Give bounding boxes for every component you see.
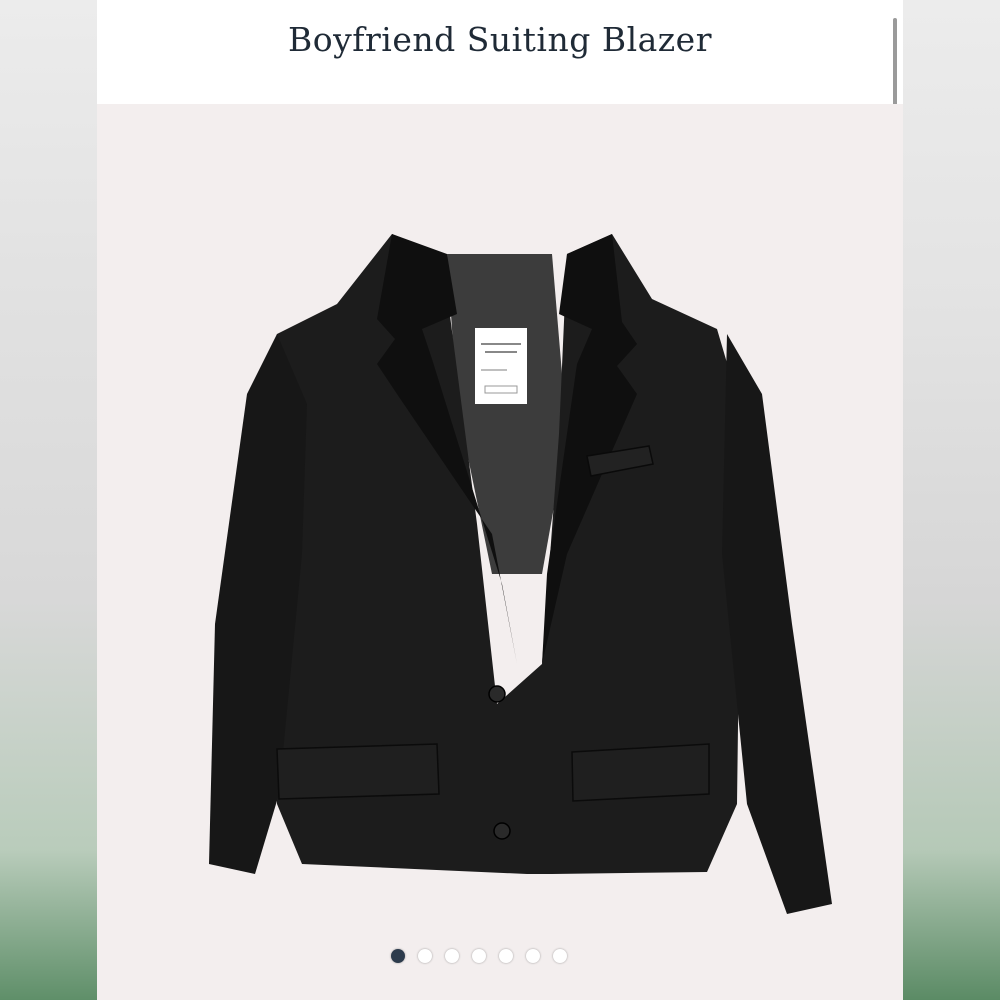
product-image-carousel[interactable]	[97, 104, 903, 1000]
product-header: Boyfriend Suiting Blazer	[97, 0, 903, 104]
product-page: Boyfriend Suiting Blazer	[97, 0, 903, 1000]
carousel-dot[interactable]	[553, 949, 567, 963]
carousel-dot[interactable]	[472, 949, 486, 963]
blurred-background-left	[0, 0, 97, 1000]
product-title: Boyfriend Suiting Blazer	[288, 19, 712, 59]
blazer-product-image	[209, 234, 832, 914]
blurred-background-right	[903, 0, 1000, 1000]
carousel-dot[interactable]	[391, 949, 405, 963]
carousel-dot[interactable]	[445, 949, 459, 963]
carousel-dot[interactable]	[418, 949, 432, 963]
carousel-indicator	[391, 945, 567, 967]
carousel-dot[interactable]	[526, 949, 540, 963]
carousel-dot[interactable]	[499, 949, 513, 963]
